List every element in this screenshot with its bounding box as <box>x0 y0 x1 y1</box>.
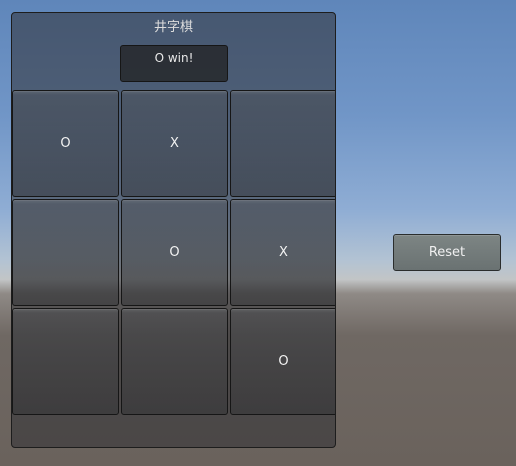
board-cell-r2-c2[interactable]: O <box>230 308 335 415</box>
reset-button-label: Reset <box>428 245 466 260</box>
board-cell-r0-c0[interactable]: O <box>12 90 119 197</box>
window-title: 井字棋 <box>153 20 193 35</box>
board-cell-r1-c2[interactable]: X <box>230 199 335 306</box>
board-cell-r2-c0[interactable] <box>12 308 119 415</box>
tic-tac-toe-board: O X O X O <box>12 90 335 417</box>
game-status-box: O win! <box>120 45 228 82</box>
reset-button[interactable]: Reset <box>393 234 501 271</box>
board-cell-r1-c1[interactable]: O <box>121 199 228 306</box>
board-cell-r0-c1[interactable]: X <box>121 90 228 197</box>
board-cell-r0-c2[interactable] <box>230 90 335 197</box>
board-cell-r2-c1[interactable] <box>121 308 228 415</box>
game-status-text: O win! <box>154 51 194 65</box>
board-cell-r1-c0[interactable] <box>12 199 119 306</box>
game-window: 井字棋 O win! O X O X O <box>11 12 336 448</box>
